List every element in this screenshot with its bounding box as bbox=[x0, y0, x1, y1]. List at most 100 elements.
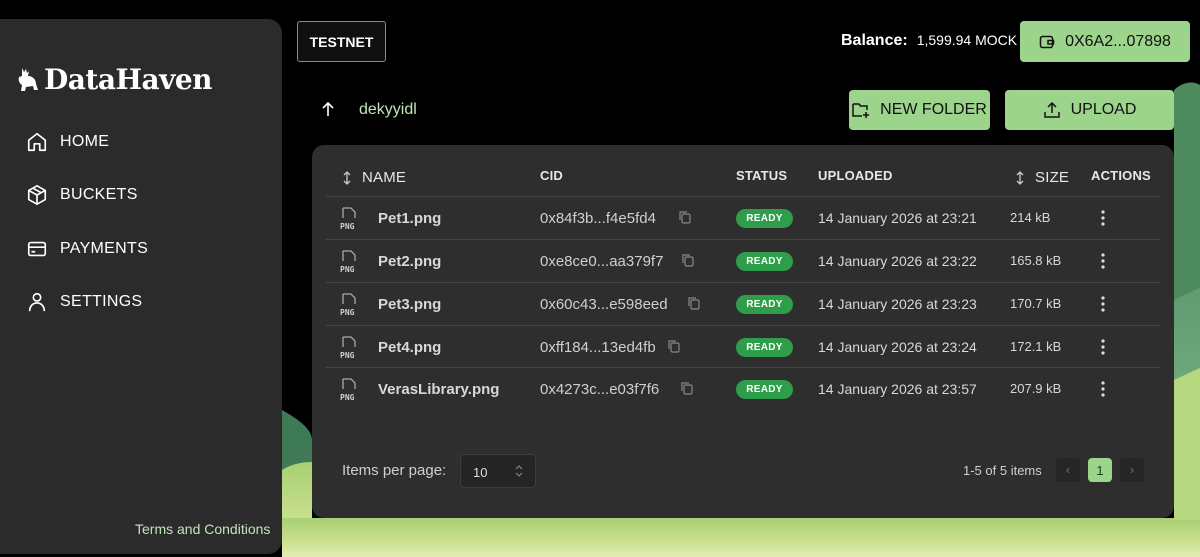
svg-text:PNG: PNG bbox=[340, 393, 355, 402]
column-header-size[interactable]: SIZE bbox=[1015, 169, 1069, 186]
uploaded-date: 14 January 2026 at 23:24 bbox=[818, 339, 977, 355]
file-name[interactable]: Pet3.png bbox=[378, 296, 441, 313]
sidebar-item-payments[interactable]: PAYMENTS bbox=[26, 222, 148, 276]
sidebar-item-buckets[interactable]: BUCKETS bbox=[26, 169, 148, 223]
page-button-current[interactable]: 1 bbox=[1088, 458, 1112, 482]
copy-icon[interactable] bbox=[687, 296, 701, 310]
file-cid: 0xe8ce0...aa379f7 bbox=[540, 253, 664, 270]
file-size: 207.9 kB bbox=[1010, 381, 1062, 396]
svg-text:PNG: PNG bbox=[340, 308, 355, 317]
new-folder-button[interactable]: NEW FOLDER bbox=[849, 90, 990, 130]
sidebar-item-settings[interactable]: SETTINGS bbox=[26, 276, 148, 330]
arrow-up-icon bbox=[322, 101, 334, 116]
copy-icon[interactable] bbox=[681, 253, 695, 267]
column-header-name[interactable]: NAME bbox=[342, 169, 406, 186]
sidebar-item-label: PAYMENTS bbox=[60, 239, 149, 257]
balance-value: 1,599.94 MOCK bbox=[916, 32, 1018, 48]
items-per-page-value: 10 bbox=[473, 465, 488, 480]
brand-logo[interactable]: DataHaven bbox=[16, 63, 213, 96]
file-name[interactable]: Pet4.png bbox=[378, 339, 441, 356]
file-size: 170.7 kB bbox=[1010, 296, 1062, 311]
upload-button[interactable]: UPLOAD bbox=[1005, 90, 1174, 130]
wallet-button[interactable]: 0X6A2...07898 bbox=[1020, 21, 1190, 62]
sort-icon bbox=[1016, 170, 1024, 185]
wallet-address: 0X6A2...07898 bbox=[1065, 32, 1171, 50]
status-badge: READY bbox=[736, 252, 793, 271]
file-name[interactable]: VerasLibrary.png bbox=[378, 381, 499, 398]
table-row[interactable]: PNG Pet2.png 0xe8ce0...aa379f7 READY 14 … bbox=[326, 239, 1160, 282]
current-bucket[interactable]: dekyyidl bbox=[359, 101, 417, 119]
status-badge: READY bbox=[736, 380, 793, 399]
uploaded-date: 14 January 2026 at 23:22 bbox=[818, 253, 977, 269]
file-name[interactable]: Pet2.png bbox=[378, 253, 441, 270]
png-file-icon: PNG bbox=[340, 207, 356, 231]
sort-icon bbox=[343, 170, 351, 185]
previous-page-button[interactable]: ‹ bbox=[1056, 458, 1080, 482]
copy-icon[interactable] bbox=[680, 381, 694, 395]
balance-label: Balance: bbox=[841, 32, 908, 49]
png-file-icon: PNG bbox=[340, 378, 356, 402]
uploaded-date: 14 January 2026 at 23:23 bbox=[818, 296, 977, 312]
home-icon bbox=[27, 132, 47, 151]
column-label: NAME bbox=[362, 169, 407, 186]
file-cid: 0x84f3b...f4e5fd4 bbox=[540, 210, 656, 227]
sidebar-item-label: BUCKETS bbox=[60, 186, 138, 204]
sidebar-item-label: HOME bbox=[60, 132, 110, 150]
credit-card-icon bbox=[27, 241, 47, 256]
chevron-left-icon: ‹ bbox=[1066, 463, 1070, 477]
items-per-page-label: Items per page: bbox=[342, 462, 447, 479]
png-file-icon: PNG bbox=[340, 293, 356, 317]
pagination-range: 1-5 of 5 items bbox=[963, 463, 1042, 478]
file-size: 214 kB bbox=[1010, 210, 1051, 225]
table-row[interactable]: PNG Pet4.png 0xff184...13ed4fb READY 14 … bbox=[326, 325, 1160, 368]
upload-label: UPLOAD bbox=[1070, 101, 1137, 118]
file-name[interactable]: Pet1.png bbox=[378, 210, 441, 227]
wallet-icon bbox=[1039, 35, 1055, 48]
navigate-up-button[interactable] bbox=[320, 100, 336, 123]
uploaded-date: 14 January 2026 at 23:57 bbox=[818, 381, 977, 397]
more-actions-icon[interactable] bbox=[1100, 252, 1106, 270]
column-header-status: STATUS bbox=[736, 168, 788, 183]
copy-icon[interactable] bbox=[667, 339, 681, 353]
copy-icon[interactable] bbox=[678, 210, 692, 224]
svg-text:PNG: PNG bbox=[340, 351, 355, 360]
next-page-button[interactable]: › bbox=[1120, 458, 1144, 482]
chevron-up-down-icon bbox=[515, 465, 523, 477]
upload-icon bbox=[1043, 102, 1060, 118]
sidebar-nav: HOME BUCKETS PAYMENTS SETTINGS bbox=[26, 115, 148, 329]
sidebar-item-label: SETTINGS bbox=[60, 293, 143, 311]
file-size: 165.8 kB bbox=[1010, 253, 1062, 268]
user-icon bbox=[28, 293, 46, 312]
file-table-card: NAME CID STATUS UPLOADED SIZE ACTIONS PN… bbox=[312, 145, 1174, 518]
file-cid: 0x4273c...e03f7f6 bbox=[540, 381, 660, 398]
box-icon bbox=[27, 185, 47, 206]
file-size: 172.1 kB bbox=[1010, 339, 1062, 354]
sidebar-item-home[interactable]: HOME bbox=[26, 115, 148, 169]
terms-link[interactable]: Terms and Conditions bbox=[135, 521, 270, 537]
png-file-icon: PNG bbox=[340, 250, 356, 274]
table-row[interactable]: PNG Pet1.png 0x84f3b...f4e5fd4 READY 14 … bbox=[326, 196, 1160, 239]
more-actions-icon[interactable] bbox=[1100, 209, 1106, 227]
svg-text:PNG: PNG bbox=[340, 265, 355, 274]
balance-display: Balance: 1,599.94 MOCK bbox=[841, 32, 1017, 50]
new-folder-label: NEW FOLDER bbox=[880, 101, 987, 118]
svg-text:PNG: PNG bbox=[340, 222, 355, 231]
table-row[interactable]: PNG Pet3.png 0x60c43...e598eed READY 14 … bbox=[326, 282, 1160, 325]
status-badge: READY bbox=[736, 295, 793, 314]
network-badge[interactable]: TESTNET bbox=[297, 21, 386, 62]
uploaded-date: 14 January 2026 at 23:21 bbox=[818, 210, 977, 226]
column-header-uploaded: UPLOADED bbox=[818, 168, 893, 183]
sidebar: DataHaven HOME BUCKETS PAYMENTS SETTINGS… bbox=[0, 19, 282, 554]
file-cid: 0x60c43...e598eed bbox=[540, 296, 668, 313]
more-actions-icon[interactable] bbox=[1100, 380, 1106, 398]
items-per-page-select[interactable]: 10 bbox=[460, 454, 536, 488]
more-actions-icon[interactable] bbox=[1100, 338, 1106, 356]
table-row[interactable]: PNG VerasLibrary.png 0x4273c...e03f7f6 R… bbox=[326, 367, 1160, 410]
png-file-icon: PNG bbox=[340, 336, 356, 360]
column-header-actions: ACTIONS bbox=[1091, 168, 1151, 183]
file-cid: 0xff184...13ed4fb bbox=[540, 339, 656, 356]
column-header-cid: CID bbox=[540, 168, 563, 183]
more-actions-icon[interactable] bbox=[1100, 295, 1106, 313]
column-label: SIZE bbox=[1035, 169, 1070, 186]
deer-logo-icon bbox=[18, 67, 38, 91]
